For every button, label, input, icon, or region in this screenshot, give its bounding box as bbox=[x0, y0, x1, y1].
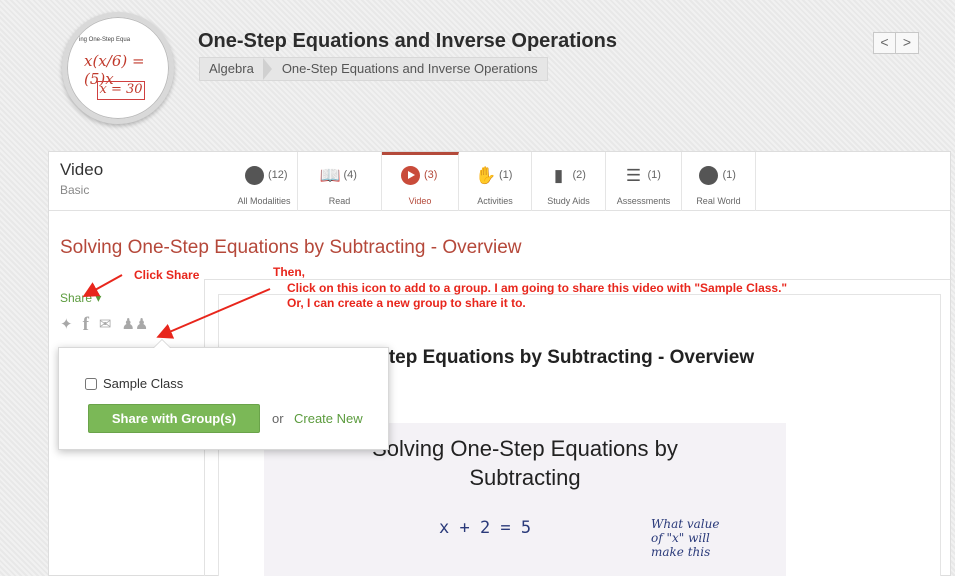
modality-title: Video bbox=[60, 160, 104, 179]
video-equation: x + 2 = 5 bbox=[439, 518, 532, 538]
tab-video[interactable]: (3) Video bbox=[382, 152, 459, 211]
thumb-answer: x = 30 bbox=[97, 81, 145, 100]
tab-count: (3) bbox=[424, 169, 438, 181]
thumb-title: ing One-Step Equa bbox=[79, 37, 131, 43]
tab-label: Video bbox=[408, 196, 432, 206]
tab-study-aids[interactable]: ▮ (2) Study Aids bbox=[532, 152, 606, 211]
breadcrumb-separator bbox=[262, 58, 273, 80]
tab-count: (1) bbox=[647, 169, 661, 181]
group-option[interactable]: Sample Class bbox=[85, 376, 183, 391]
page-title: One-Step Equations and Inverse Operation… bbox=[198, 30, 617, 52]
twitter-icon[interactable]: ✦ bbox=[60, 316, 73, 334]
tab-all-modalities[interactable]: (12) All Modalities bbox=[231, 152, 298, 211]
concept-thumbnail: ing One-Step Equa x(x/6) = (5)x x = 30 bbox=[62, 12, 174, 124]
video-title-line2: Subtracting bbox=[469, 465, 581, 490]
tab-count: (12) bbox=[268, 169, 288, 181]
tab-count: (1) bbox=[499, 169, 513, 181]
documents-icon: ▮ bbox=[553, 166, 564, 185]
facebook-icon[interactable]: f bbox=[83, 315, 89, 334]
share-with-groups-button[interactable]: Share with Group(s) bbox=[88, 404, 260, 433]
annotation-then: Then, bbox=[273, 265, 305, 279]
tab-count: (4) bbox=[343, 169, 357, 181]
modality-level: Basic bbox=[60, 183, 90, 197]
tab-label: Read bbox=[328, 196, 351, 206]
tab-label: Study Aids bbox=[547, 196, 590, 206]
play-icon bbox=[400, 166, 420, 186]
share-icons: ✦ f ✉ ♟♟ bbox=[60, 315, 148, 334]
tab-assessments[interactable]: ☰ (1) Assessments bbox=[606, 152, 682, 211]
tab-activities[interactable]: ✋ (1) Activities bbox=[459, 152, 532, 211]
globe-icon bbox=[699, 166, 719, 186]
tab-label: Real World bbox=[696, 196, 741, 206]
email-icon[interactable]: ✉ bbox=[99, 316, 112, 334]
breadcrumb-item-concept[interactable]: One-Step Equations and Inverse Operation… bbox=[273, 58, 547, 80]
previous-button[interactable]: < bbox=[873, 32, 896, 54]
hand-icon: ✋ bbox=[475, 166, 497, 185]
tab-label: All Modalities bbox=[237, 196, 291, 206]
tab-count: (2) bbox=[572, 169, 586, 181]
concept-pager: < > bbox=[873, 32, 919, 54]
annotation-click-share: Click Share bbox=[134, 268, 200, 282]
tab-read[interactable]: 📖 (4) Read bbox=[298, 152, 382, 211]
modality-bar: Video Basic (12) All Modalities 📖 (4) Re… bbox=[49, 152, 950, 211]
annotation-line1: Click on this icon to add to a group. I … bbox=[287, 281, 788, 295]
resource-title: Solving One-Step Equations by Subtractin… bbox=[60, 237, 522, 258]
tab-real-world[interactable]: (1) Real World bbox=[682, 152, 756, 211]
annotation-line2: Or, I can create a new group to share it… bbox=[287, 296, 526, 310]
group-option-label: Sample Class bbox=[103, 376, 184, 391]
breadcrumb: Algebra One-Step Equations and Inverse O… bbox=[199, 57, 548, 81]
checklist-icon: ☰ bbox=[625, 166, 642, 185]
or-text: or bbox=[272, 411, 284, 426]
share-group-popover: Sample Class Share with Group(s) or Crea… bbox=[58, 339, 389, 450]
sample-class-checkbox[interactable] bbox=[85, 377, 97, 390]
breadcrumb-item-algebra[interactable]: Algebra bbox=[200, 58, 263, 80]
tab-label: Activities bbox=[477, 196, 513, 206]
create-new-group-link[interactable]: Create New bbox=[294, 411, 363, 426]
tab-label: Assessments bbox=[616, 196, 671, 206]
video-handwritten-note: What value of "x" will make this bbox=[651, 517, 720, 559]
add-to-group-icon[interactable]: ♟♟ bbox=[121, 316, 148, 334]
share-dropdown[interactable]: Share ▾ bbox=[60, 291, 101, 305]
next-button[interactable]: > bbox=[896, 32, 919, 54]
tab-count: (1) bbox=[722, 169, 736, 181]
book-icon: 📖 bbox=[319, 166, 341, 185]
lightbulb-icon bbox=[244, 166, 264, 186]
